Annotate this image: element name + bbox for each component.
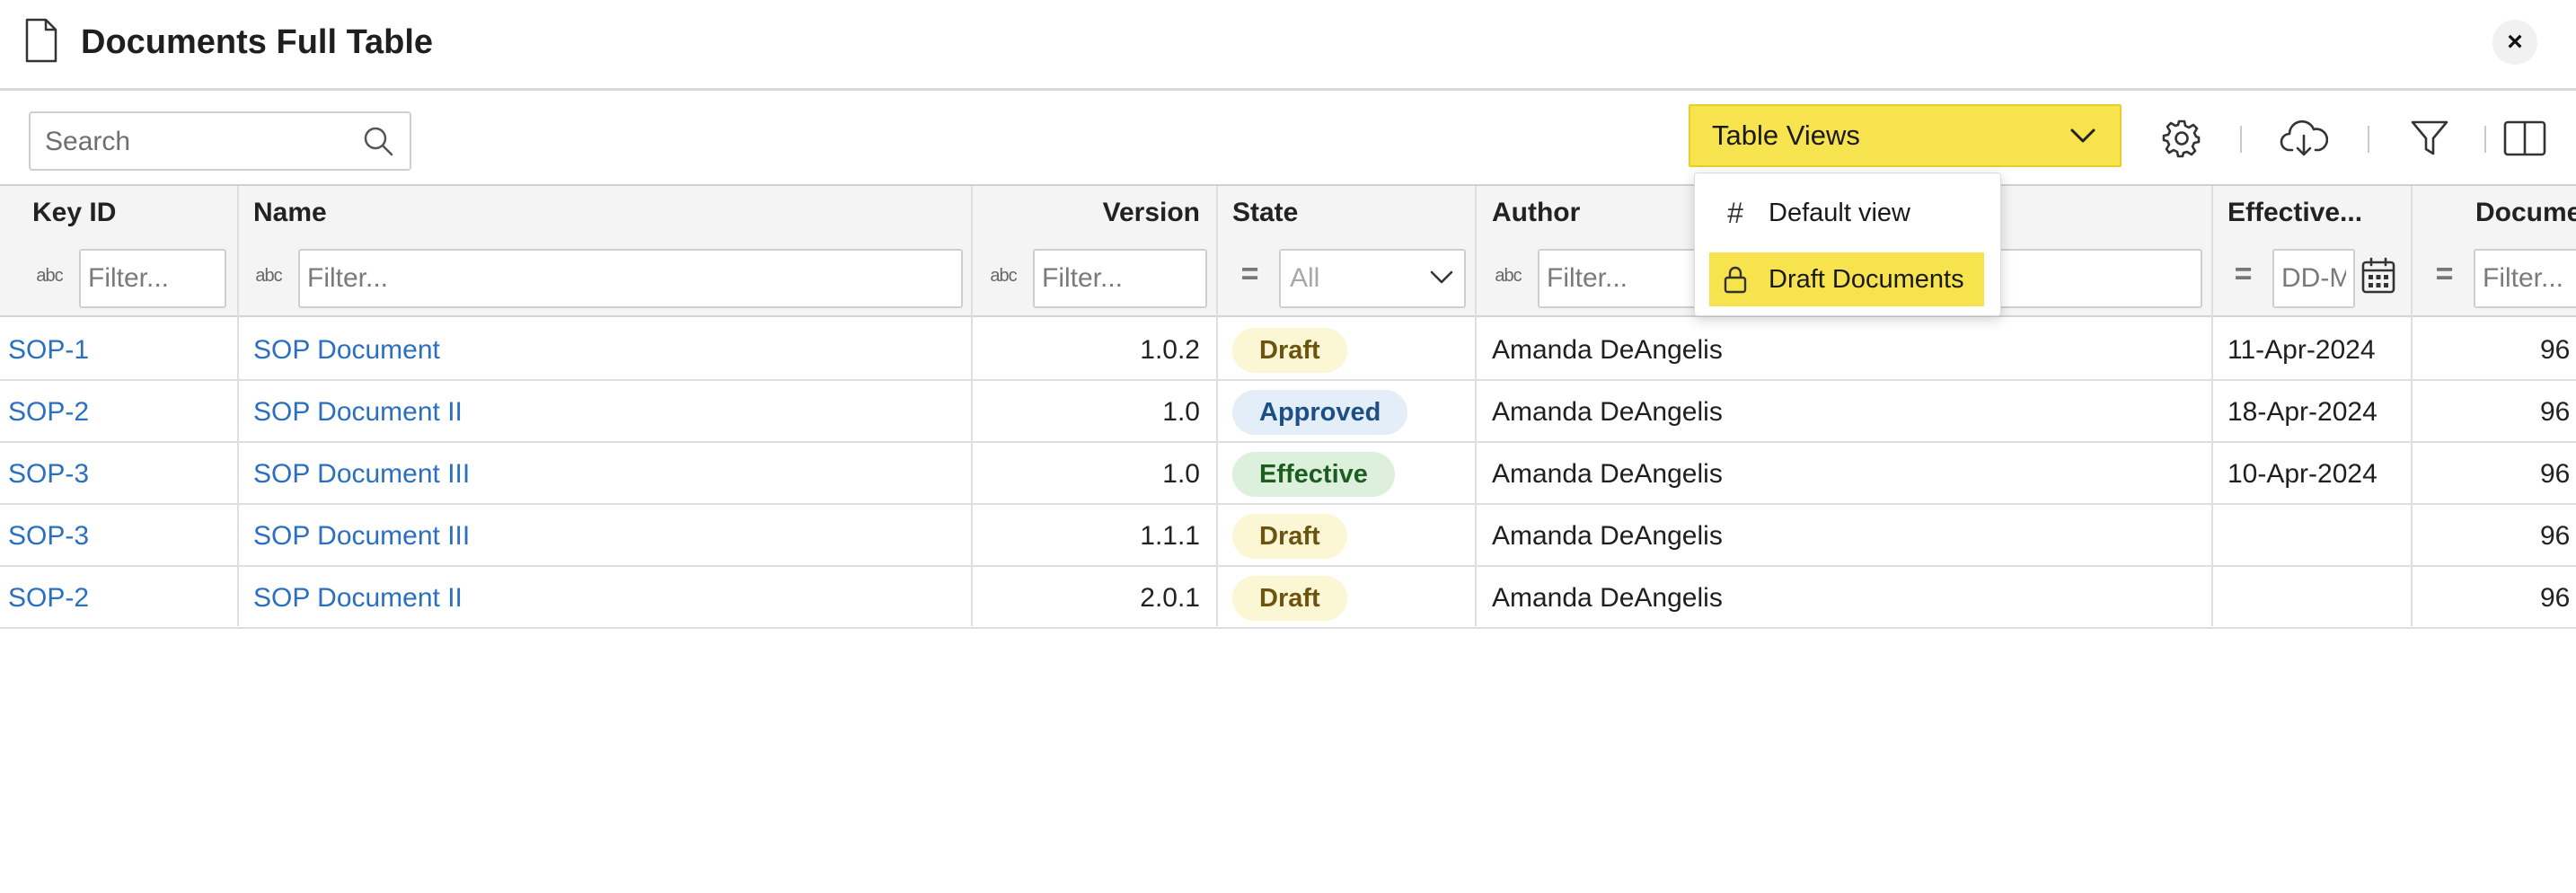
search-input[interactable] (43, 113, 352, 171)
text-filter-type-icon[interactable]: abc (32, 262, 66, 289)
header-divider (0, 88, 2576, 91)
status-badge: Draft (1232, 327, 1347, 373)
effective-date-cell (2228, 567, 2407, 629)
hash-icon: # (1727, 197, 1743, 229)
document-icon (25, 18, 57, 63)
close-button[interactable]: × (2492, 20, 2537, 65)
column-header-version[interactable]: Version (988, 186, 1200, 240)
document-cell: 96 (2540, 521, 2571, 551)
effective-date-cell: 18-Apr-2024 (2228, 397, 2378, 427)
key-id-filter-input[interactable] (79, 249, 226, 308)
document-name-link[interactable]: SOP Document (253, 319, 954, 381)
column-header-effective[interactable]: Effective... (2228, 186, 2405, 240)
text-filter-type-icon[interactable]: abc (986, 262, 1020, 289)
author-cell: Amanda DeAngelis (1492, 459, 1723, 489)
state-cell: Effective (1232, 443, 1468, 505)
calendar-icon[interactable] (2360, 256, 2396, 296)
effective-date-cell (2228, 505, 2407, 567)
table-views-menu: # Default view Draft Documents (1694, 172, 2001, 316)
version-cell: 1.0 (1162, 459, 1200, 489)
key-id-link[interactable]: SOP-2 (8, 567, 233, 629)
menu-item-label: Default view (1769, 199, 1910, 227)
table-views-dropdown[interactable]: Table Views (1689, 104, 2122, 167)
state-cell: Draft (1232, 505, 1468, 567)
table-views-label: Table Views (1712, 119, 1860, 151)
key-id-link[interactable]: SOP-2 (8, 381, 233, 443)
lock-icon (1724, 266, 1747, 294)
chevron-down-icon (1430, 270, 1453, 284)
key-id-link[interactable]: SOP-3 (8, 443, 233, 505)
key-id-link[interactable]: SOP-3 (8, 505, 233, 567)
menu-item-label: Draft Documents (1769, 265, 1964, 294)
chevron-down-icon (2070, 128, 2095, 143)
column-header-document[interactable]: Docume (2475, 186, 2576, 240)
column-header-state[interactable]: State (1232, 186, 1457, 240)
equals-filter-type-icon[interactable]: = (1232, 257, 1266, 291)
author-cell: Amanda DeAngelis (1492, 335, 1723, 365)
state-cell: Draft (1232, 567, 1468, 629)
text-filter-type-icon[interactable]: abc (1491, 262, 1525, 289)
document-cell: 96 (2540, 335, 2571, 365)
version-cell: 1.1.1 (1140, 521, 1200, 551)
state-filter-value: All (1290, 263, 1320, 293)
search-icon[interactable] (363, 126, 393, 156)
equals-filter-type-icon[interactable]: = (2427, 257, 2461, 291)
columns-panel-icon[interactable] (2502, 118, 2547, 159)
document-name-link[interactable]: SOP Document II (253, 567, 954, 629)
toolbar-separator (2368, 126, 2369, 153)
document-filter-input[interactable] (2474, 249, 2576, 308)
toolbar-separator (2240, 126, 2242, 153)
column-header-key-id[interactable]: Key ID (32, 186, 230, 240)
version-cell: 1.0 (1162, 397, 1200, 427)
version-cell: 1.0.2 (1140, 335, 1200, 365)
effective-date-filter-input[interactable] (2272, 249, 2355, 308)
page-title: Documents Full Table (81, 23, 434, 61)
status-badge: Effective (1232, 451, 1395, 497)
document-name-link[interactable]: SOP Document III (253, 443, 954, 505)
cloud-download-icon[interactable] (2280, 118, 2328, 159)
status-badge: Draft (1232, 575, 1347, 621)
status-badge: Approved (1232, 389, 1408, 435)
key-id-link[interactable]: SOP-1 (8, 319, 233, 381)
menu-item-default-view[interactable]: # Default view (1709, 186, 1984, 240)
status-badge: Draft (1232, 513, 1347, 559)
version-cell: 2.0.1 (1140, 583, 1200, 613)
document-cell: 96 (2540, 583, 2571, 613)
filter-icon[interactable] (2409, 118, 2450, 159)
search-box[interactable] (29, 111, 411, 171)
state-filter-select[interactable]: All (1279, 249, 1466, 308)
text-filter-type-icon[interactable]: abc (251, 262, 286, 289)
version-filter-input[interactable] (1033, 249, 1207, 308)
document-name-link[interactable]: SOP Document II (253, 381, 954, 443)
state-cell: Approved (1232, 381, 1468, 443)
column-header-name[interactable]: Name (253, 186, 954, 240)
toolbar-separator (2484, 126, 2486, 153)
gear-icon[interactable] (2161, 118, 2202, 159)
equals-filter-type-icon[interactable]: = (2226, 257, 2260, 291)
author-cell: Amanda DeAngelis (1492, 397, 1723, 427)
menu-item-draft-documents[interactable]: Draft Documents (1709, 252, 1984, 306)
document-name-link[interactable]: SOP Document III (253, 505, 954, 567)
author-cell: Amanda DeAngelis (1492, 583, 1723, 613)
document-cell: 96 (2540, 397, 2571, 427)
effective-date-cell: 10-Apr-2024 (2228, 459, 2378, 489)
state-cell: Draft (1232, 319, 1468, 381)
name-filter-input[interactable] (298, 249, 963, 308)
document-cell: 96 (2540, 459, 2571, 489)
author-cell: Amanda DeAngelis (1492, 521, 1723, 551)
effective-date-cell: 11-Apr-2024 (2228, 335, 2376, 365)
